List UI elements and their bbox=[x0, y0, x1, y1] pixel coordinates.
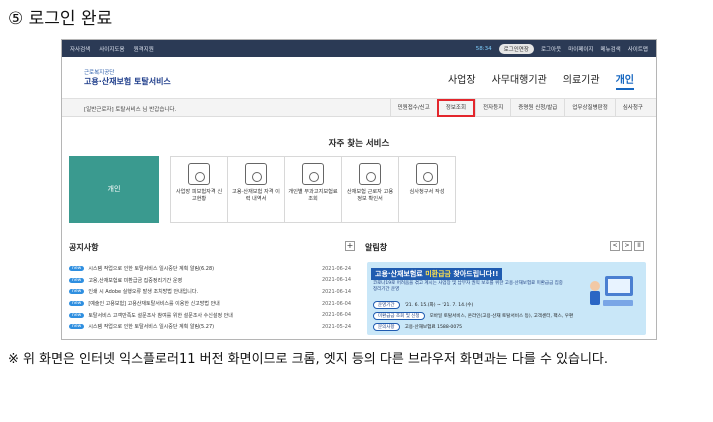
banner-row: 운영기간 '21. 6. 15.(화) ~ '21. 7. 14.(수) bbox=[373, 301, 473, 309]
alert-title: 알림창 bbox=[365, 243, 388, 252]
submenu-certificate[interactable]: 증명원 신청/발급 bbox=[510, 99, 564, 117]
welcome-message: [일반근로자] 토탈서비스 님 반갑습니다. bbox=[84, 107, 177, 113]
banner-illustration bbox=[590, 276, 633, 306]
submenu-review[interactable]: 심사청구 bbox=[614, 99, 650, 117]
util-link[interactable]: 자사검색 bbox=[70, 45, 90, 53]
notice-row[interactable]: new 시스템 작업으로 인한 토탈서비스 일시중단 계획 알림(5.27) 2… bbox=[69, 321, 351, 333]
notice-text: 토탈서비스 고객만족도 설문조사 참여를 위한 설문조사 수신설정 안내 bbox=[88, 312, 233, 319]
new-badge: new bbox=[69, 324, 85, 330]
service-label: 심사청구서 작성 bbox=[409, 189, 445, 195]
nav-agency[interactable]: 사무대행기관 bbox=[492, 71, 547, 90]
document-icon bbox=[359, 163, 381, 185]
notice-text: 인쇄 시 Adobe 실행오류 발생 조치방법 안내입니다. bbox=[88, 289, 199, 296]
notice-title: 공지사항 bbox=[69, 243, 99, 252]
banner-row-label: 문의사항 bbox=[373, 323, 400, 331]
banner-row-label: 미환급금 조회 및 신청 bbox=[373, 312, 425, 320]
sitemap-link[interactable]: 사이트맵 bbox=[628, 45, 648, 53]
logo-subtitle: 근로복지공단 bbox=[84, 70, 115, 76]
step-title: ⑤ 로그인 완료 bbox=[8, 9, 113, 29]
notice-list: new 시스템 작업으로 인한 토탈서비스 일시중단 계획 알림(6.28) 2… bbox=[69, 263, 351, 333]
banner-row: 미환급금 조회 및 신청 모바일 토탈서비스, 온라인(고용·산재 토탈서비스 … bbox=[373, 312, 573, 320]
prev-button[interactable]: < bbox=[610, 241, 620, 251]
service-item[interactable]: 개인별 부과고지보험료 조회 bbox=[284, 156, 342, 223]
site-logo[interactable]: 근로복지공단 고용·산재보험 토탈서비스 bbox=[84, 68, 171, 87]
nav-business[interactable]: 사업장 bbox=[448, 71, 476, 90]
banner-description: 코로나19로 어려움을 겪고 계시는 사업장 및 납부자 권익 보호를 위한 고… bbox=[373, 281, 563, 293]
banner-head-emphasis: 미환급금 bbox=[425, 270, 451, 278]
site-header: 근로복지공단 고용·산재보험 토탈서비스 사업장 사무대행기관 의료기관 개인 bbox=[62, 57, 656, 99]
payment-icon bbox=[302, 163, 324, 185]
extend-login-button[interactable]: 로그인연장 bbox=[498, 43, 534, 54]
menu-search-link[interactable]: 메뉴검색 bbox=[601, 45, 621, 53]
submenu-notice[interactable]: 전자등지 bbox=[475, 99, 510, 117]
nav-individual[interactable]: 개인 bbox=[615, 71, 634, 90]
notice-row[interactable]: new [예술인 고용보험] 고용산재토탈서비스를 이용한 신고방법 안내 20… bbox=[69, 298, 351, 310]
notice-date: 2021-06-14 bbox=[321, 288, 351, 295]
notice-date: 2021-06-24 bbox=[321, 265, 351, 272]
notice-text: 고용,산재보험료 미환급금 집중정리기간 운영 bbox=[88, 277, 183, 284]
notice-text: 시스템 작업으로 인한 토탈서비스 일시중단 계획 알림(5.27) bbox=[88, 324, 215, 331]
alert-banner[interactable]: 고용·산재보험료 미환급금 찾아드립니다!! 코로나19로 어려움을 겪고 계시… bbox=[367, 262, 646, 335]
sub-menu-bar: [일반근로자] 토탈서비스 님 반갑습니다. 민원접수/신고 정보조회 전자등지… bbox=[62, 99, 656, 117]
notice-row[interactable]: new 시스템 작업으로 인한 토탈서비스 일시중단 계획 알림(6.28) 2… bbox=[69, 263, 351, 275]
document-icon bbox=[188, 163, 210, 185]
notice-row[interactable]: new 토탈서비스 고객만족도 설문조사 참여를 위한 설문조사 수신설정 안내… bbox=[69, 309, 351, 321]
new-badge: new bbox=[69, 266, 85, 272]
submenu-info-lookup[interactable]: 정보조회 bbox=[436, 99, 476, 117]
service-label: 산재보험 근로자 고용정보 확인서 bbox=[346, 189, 394, 203]
notice-date: 2021-06-04 bbox=[321, 300, 351, 307]
new-badge: new bbox=[69, 312, 85, 318]
notice-row[interactable]: new 고용,산재보험료 미환급금 집중정리기간 운영 2021-06-14 bbox=[69, 275, 351, 287]
frequent-services-title: 자주 찾는 서비스 bbox=[328, 139, 390, 149]
document-icon bbox=[245, 163, 267, 185]
service-item[interactable]: 고용·산재보험 자격 이력 내역서 bbox=[227, 156, 285, 223]
notice-date: 2021-06-04 bbox=[321, 312, 351, 319]
banner-headline: 고용·산재보험료 미환급금 찾아드립니다!! bbox=[371, 268, 503, 280]
banner-head-text: 고용·산재보험료 bbox=[375, 270, 426, 278]
next-button[interactable]: > bbox=[622, 241, 632, 251]
notice-row[interactable]: new 인쇄 시 Adobe 실행오류 발생 조치방법 안내입니다. 2021-… bbox=[69, 286, 351, 298]
nav-medical[interactable]: 의료기관 bbox=[563, 71, 600, 90]
banner-row-label: 운영기간 bbox=[373, 301, 400, 309]
notice-date: 2021-05-24 bbox=[321, 323, 351, 330]
submenu-apply[interactable]: 민원접수/신고 bbox=[389, 99, 437, 117]
service-item[interactable]: 사업장 피보험자격 신고현황 bbox=[170, 156, 228, 223]
notice-text: [예술인 고용보험] 고용산재토탈서비스를 이용한 신고방법 안내 bbox=[88, 301, 220, 308]
alert-controls: < > II bbox=[610, 241, 644, 251]
utility-bar: 자사검색 사이지도움 원격지원 58:34 로그인연장 로그아웃 마이페이지 메… bbox=[62, 40, 656, 57]
notice-text: 시스템 작업으로 인한 토탈서비스 일시중단 계획 알림(6.28) bbox=[88, 266, 215, 273]
notice-more-button[interactable]: + bbox=[345, 241, 355, 251]
top-navigation: 사업장 사무대행기관 의료기관 개인 bbox=[448, 71, 634, 90]
service-label: 개인별 부과고지보험료 조회 bbox=[288, 189, 338, 203]
mypage-link[interactable]: 마이페이지 bbox=[568, 45, 593, 53]
banner-row-value: '21. 6. 15.(화) ~ '21. 7. 14.(수) bbox=[404, 303, 474, 308]
logout-link[interactable]: 로그아웃 bbox=[541, 45, 561, 53]
banner-row-value: 모바일 토탈서비스, 온라인(고용·산재 토탈서비스 등), 고객센터, 팩스,… bbox=[429, 314, 574, 319]
pause-button[interactable]: II bbox=[634, 241, 644, 251]
write-icon bbox=[416, 163, 438, 185]
util-link[interactable]: 사이지도움 bbox=[99, 45, 124, 53]
service-label: 사업장 피보험자격 신고현황 bbox=[175, 189, 223, 203]
banner-row-value: 고용·산재보험료 1588-0075 bbox=[404, 325, 463, 330]
new-badge: new bbox=[69, 277, 85, 283]
new-badge: new bbox=[69, 289, 85, 295]
banner-row: 문의사항 고용·산재보험료 1588-0075 bbox=[373, 323, 462, 331]
logo-title: 고용·산재보험 토탈서비스 bbox=[84, 77, 171, 86]
service-item[interactable]: 심사청구서 작성 bbox=[398, 156, 456, 223]
util-link[interactable]: 원격지원 bbox=[134, 45, 154, 53]
new-badge: new bbox=[69, 301, 85, 307]
service-item[interactable]: 산재보험 근로자 고용정보 확인서 bbox=[341, 156, 399, 223]
service-label: 고용·산재보험 자격 이력 내역서 bbox=[232, 189, 280, 203]
footnote: ※ 위 화면은 인터넷 익스플로러11 버전 화면이므로 크롬, 엣지 등의 다… bbox=[8, 352, 609, 367]
banner-head-tail: 찾아드립니다!! bbox=[450, 270, 499, 278]
session-timer: 58:34 bbox=[475, 45, 492, 52]
service-list: 사업장 피보험자격 신고현황 고용·산재보험 자격 이력 내역서 개인별 부과고… bbox=[170, 156, 456, 223]
persona-tile[interactable]: 개인 bbox=[69, 156, 159, 223]
submenu-disease[interactable]: 업무상질병판정 bbox=[564, 99, 614, 117]
notice-date: 2021-06-14 bbox=[321, 277, 351, 284]
website-screenshot: 자사검색 사이지도움 원격지원 58:34 로그인연장 로그아웃 마이페이지 메… bbox=[61, 39, 657, 340]
